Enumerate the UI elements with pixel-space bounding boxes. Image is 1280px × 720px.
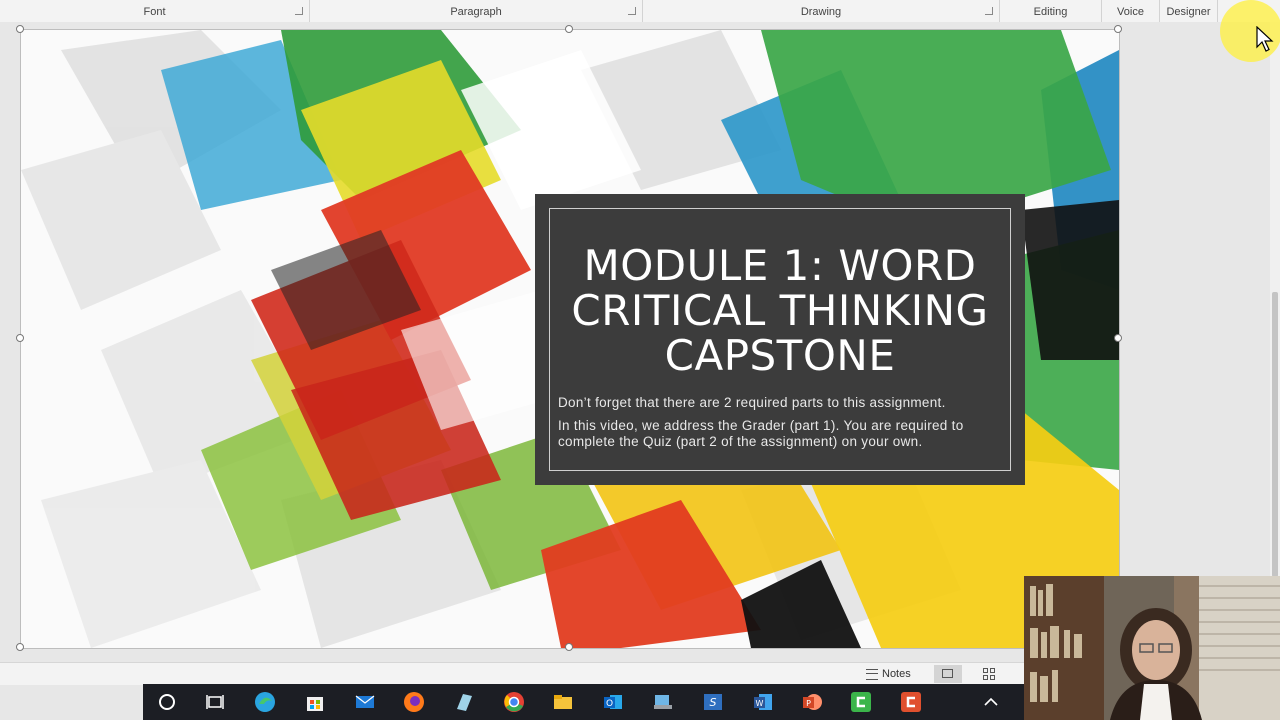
outlook-icon[interactable]: O: [602, 691, 624, 713]
subtitle-line: Don’t forget that there are 2 required p…: [558, 395, 946, 410]
resize-handle[interactable]: [16, 643, 24, 651]
ribbon-group-label: Designer: [1166, 6, 1211, 18]
notes-label: Notes: [882, 668, 911, 680]
title-placeholder[interactable]: MODULE 1: WORD CRITICAL THINKING CAPSTON…: [535, 194, 1025, 485]
subtitle-line: In this video, we address the Grader (pa…: [558, 418, 964, 449]
mail-icon[interactable]: [354, 691, 376, 713]
sharepoint-icon[interactable]: S: [702, 691, 724, 713]
dialog-launcher-icon[interactable]: [985, 7, 993, 15]
task-view-icon[interactable]: [204, 691, 226, 713]
svg-text:O: O: [606, 699, 613, 709]
dialog-launcher-icon[interactable]: [628, 7, 636, 15]
scrollbar-thumb[interactable]: [1272, 292, 1278, 577]
ribbon-group-voice: Voice: [1102, 0, 1160, 22]
recorder-icon[interactable]: [900, 691, 922, 713]
chrome-icon[interactable]: [503, 691, 525, 713]
word-icon[interactable]: W: [752, 691, 774, 713]
ribbon-group-drawing: Drawing: [643, 0, 1000, 22]
slide-sorter-button[interactable]: [975, 665, 1003, 683]
resize-handle[interactable]: [565, 643, 573, 651]
slide-sorter-icon: [983, 668, 995, 680]
search-icon[interactable]: [156, 691, 178, 713]
ribbon-group-editing: Editing: [1000, 0, 1102, 22]
ribbon-group-labels: Font Paragraph Drawing Editing Voice Des…: [0, 0, 1280, 23]
ribbon-group-label: Editing: [1033, 6, 1068, 18]
ribbon-group-designer: Designer: [1160, 0, 1218, 22]
notes-button[interactable]: Notes: [864, 665, 911, 683]
mouse-pointer-icon: [1256, 26, 1274, 52]
ribbon-group-font: Font: [0, 0, 310, 22]
ribbon-group-label: Drawing: [800, 6, 842, 18]
camtasia-icon[interactable]: [850, 691, 872, 713]
svg-text:W: W: [756, 699, 764, 708]
notes-icon: [866, 669, 878, 680]
firefox-icon[interactable]: [403, 691, 425, 713]
edge-icon[interactable]: [254, 691, 276, 713]
resize-handle[interactable]: [16, 334, 24, 342]
file-explorer-icon[interactable]: [552, 691, 574, 713]
ribbon-group-label: Paragraph: [450, 6, 502, 18]
resize-handle[interactable]: [16, 25, 24, 33]
vertical-scrollbar[interactable]: [1270, 22, 1280, 662]
title-frame: MODULE 1: WORD CRITICAL THINKING CAPSTON…: [549, 208, 1011, 471]
ribbon-group-paragraph: Paragraph: [310, 0, 643, 22]
store-icon[interactable]: [304, 691, 326, 713]
powerpoint-icon[interactable]: P: [801, 691, 823, 713]
svg-text:P: P: [806, 699, 811, 708]
presenter-video-image: [1024, 576, 1280, 720]
normal-view-button[interactable]: [934, 665, 962, 683]
svg-text:S: S: [710, 696, 717, 709]
presenter-webcam-overlay: [1024, 576, 1280, 720]
ribbon-group-label: Font: [143, 6, 166, 18]
chevron-up-icon[interactable]: [980, 691, 1002, 713]
app-icon[interactable]: [453, 691, 475, 713]
slide-subtitle[interactable]: Don’t forget that there are 2 required p…: [558, 395, 1002, 457]
ribbon-group-label: Voice: [1117, 6, 1144, 18]
resize-handle[interactable]: [1114, 25, 1122, 33]
resize-handle[interactable]: [565, 25, 573, 33]
resize-handle[interactable]: [1114, 334, 1122, 342]
slide-canvas[interactable]: MODULE 1: WORD CRITICAL THINKING CAPSTON…: [20, 29, 1120, 649]
slide-title[interactable]: MODULE 1: WORD CRITICAL THINKING CAPSTON…: [550, 243, 1010, 378]
normal-view-icon: [942, 669, 953, 678]
snipping-icon[interactable]: [652, 691, 674, 713]
dialog-launcher-icon[interactable]: [295, 7, 303, 15]
